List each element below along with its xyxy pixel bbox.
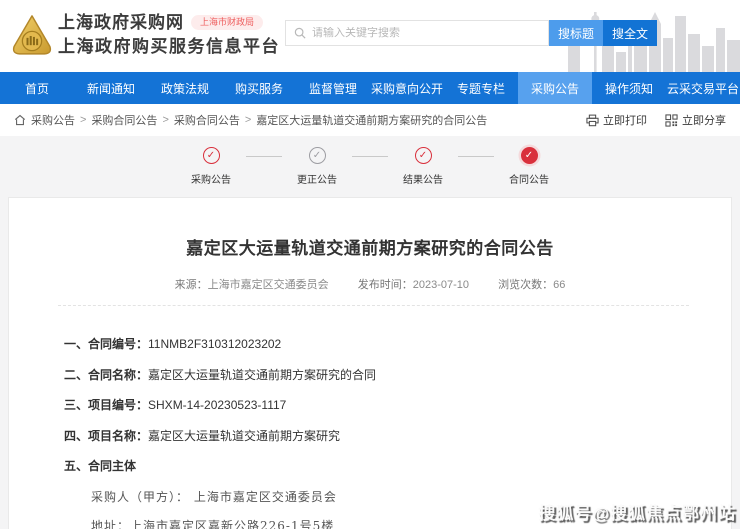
contract-field: 三、项目编号：SHXM-14-20230523-1117 <box>64 396 731 413</box>
contract-field: 五、合同主体 <box>64 457 731 474</box>
progress-steps-area: ✓ 采购公告 ✓ 更正公告 ✓ 结果公告 ✓ 合同公告 <box>0 136 740 197</box>
breadcrumb-separator: > <box>162 114 169 126</box>
field-value: SHXM-14-20230523-1117 <box>148 398 287 412</box>
nav-item-采购公告[interactable]: 采购公告 <box>518 72 592 104</box>
qrcode-icon <box>665 113 678 127</box>
contract-fields: 一、合同编号：11NMB2F310312023202 二、合同名称：嘉定区大运量轨… <box>64 335 731 474</box>
contract-field: 四、项目名称：嘉定区大运量轨道交通前期方案研究 <box>64 427 731 444</box>
field-value: 嘉定区大运量轨道交通前期方案研究的合同 <box>148 367 377 382</box>
step-更正公告[interactable]: ✓ 更正公告 <box>286 147 348 186</box>
nav-item-政策法规[interactable]: 政策法规 <box>148 72 222 104</box>
sohu-watermark: 搜狐号@搜狐焦点鄂州站 <box>538 504 736 523</box>
check-icon: ✓ <box>414 147 432 164</box>
field-label: 一、合同编号： <box>64 337 149 351</box>
breadcrumb: 采购公告 > 采购合同公告 > 采购合同公告 > 嘉定区大运量轨道交通前期方案研究的合同公告 <box>14 112 487 128</box>
search-input[interactable] <box>312 27 540 39</box>
search-icon <box>294 27 306 39</box>
nav-item-新闻通知[interactable]: 新闻通知 <box>74 72 148 104</box>
site-badge: 上海市财政局 <box>191 15 264 30</box>
breadcrumb-trail: 采购公告 > 采购合同公告 > 采购合同公告 > 嘉定区大运量轨道交通前期方案研究的合同公告 <box>31 112 487 128</box>
breadcrumb-item: 嘉定区大运量轨道交通前期方案研究的合同公告 <box>256 115 488 127</box>
step-connector <box>458 156 494 157</box>
site-name: 上海政府采购网 <box>58 13 184 32</box>
meta-publish-time: 发布时间：2023-07-10 <box>357 279 470 291</box>
main-nav: 首页 新闻通知 政策法规 购买服务 监督管理 采购意向公开 专题专栏 采购公告 操作须知 云采交易… <box>0 72 740 104</box>
article-meta: 来源：上海市嘉定区交通委员会 发布时间：2023-07-10 浏览次数：66 <box>9 276 731 292</box>
printer-icon <box>586 114 599 126</box>
site-logo-icon <box>12 15 52 55</box>
step-connector <box>246 156 282 157</box>
breadcrumb-item[interactable]: 采购合同公告 <box>174 112 240 128</box>
search-title-button[interactable]: 搜标题 <box>549 20 603 46</box>
nav-item-采购意向公开[interactable]: 采购意向公开 <box>370 72 444 104</box>
field-value: 11NMB2F310312023202 <box>148 337 282 351</box>
search-fulltext-button[interactable]: 搜全文 <box>603 20 657 46</box>
field-label: 二、合同名称： <box>64 367 149 382</box>
field-label: 四、项目名称： <box>64 428 149 443</box>
step-label: 采购公告 <box>191 175 231 186</box>
nav-item-购买服务[interactable]: 购买服务 <box>222 72 296 104</box>
search-box[interactable] <box>285 20 549 46</box>
share-button[interactable]: 立即分享 <box>665 112 726 128</box>
dashed-divider <box>58 305 689 306</box>
meta-source: 来源：上海市嘉定区交通委员会 <box>174 279 329 291</box>
field-label: 五、合同主体 <box>64 459 137 473</box>
breadcrumb-separator: > <box>244 114 252 126</box>
step-结果公告[interactable]: ✓ 结果公告 <box>392 147 454 186</box>
home-icon[interactable] <box>14 114 26 126</box>
meta-views: 浏览次数：66 <box>498 279 566 291</box>
breadcrumb-bar: 采购公告 > 采购合同公告 > 采购合同公告 > 嘉定区大运量轨道交通前期方案研究的合同公告… <box>0 104 740 136</box>
search-area: 搜标题 搜全文 <box>285 20 657 46</box>
site-subtitle: 上海政府购买服务信息平台 <box>58 37 280 56</box>
breadcrumb-item[interactable]: 采购公告 <box>31 112 75 128</box>
breadcrumb-item[interactable]: 采购合同公告 <box>91 112 157 128</box>
page-title: 嘉定区大运量轨道交通前期方案研究的合同公告 <box>186 239 554 258</box>
check-icon: ✓ <box>308 147 326 164</box>
contract-field: 一、合同编号：11NMB2F310312023202 <box>64 335 731 352</box>
step-label: 合同公告 <box>509 175 549 186</box>
nav-item-监督管理[interactable]: 监督管理 <box>296 72 370 104</box>
field-value: 嘉定区大运量轨道交通前期方案研究 <box>148 428 341 443</box>
print-button[interactable]: 立即打印 <box>586 112 647 128</box>
step-label: 结果公告 <box>403 175 443 186</box>
site-title-block: 上海政府采购网 上海市财政局 上海政府购买服务信息平台 <box>58 11 280 59</box>
step-label: 更正公告 <box>297 175 337 186</box>
field-label: 三、项目编号： <box>64 398 149 412</box>
step-采购公告[interactable]: ✓ 采购公告 <box>180 147 242 186</box>
breadcrumb-separator: > <box>80 114 87 126</box>
site-header: 上海政府采购网上海市财政局 上海政府购买服务信息平台 搜标题 搜全文 <box>0 0 740 72</box>
nav-item-专题专栏[interactable]: 专题专栏 <box>444 72 518 104</box>
check-icon: ✓ <box>520 147 538 164</box>
contract-field: 二、合同名称：嘉定区大运量轨道交通前期方案研究的合同 <box>64 366 731 383</box>
nav-item-操作须知[interactable]: 操作须知 <box>592 72 666 104</box>
nav-item-首页[interactable]: 首页 <box>0 72 74 104</box>
steps: ✓ 采购公告 ✓ 更正公告 ✓ 结果公告 ✓ 合同公告 <box>180 147 560 197</box>
check-icon: ✓ <box>202 147 220 164</box>
announcement-card: 嘉定区大运量轨道交通前期方案研究的合同公告 来源：上海市嘉定区交通委员会 发布时… <box>8 197 732 529</box>
nav-item-云采交易平台[interactable]: 云采交易平台 <box>666 72 740 104</box>
step-connector <box>352 156 388 157</box>
step-合同公告[interactable]: ✓ 合同公告 <box>498 147 560 186</box>
page-tools: 立即打印 立即分享 <box>586 112 726 128</box>
